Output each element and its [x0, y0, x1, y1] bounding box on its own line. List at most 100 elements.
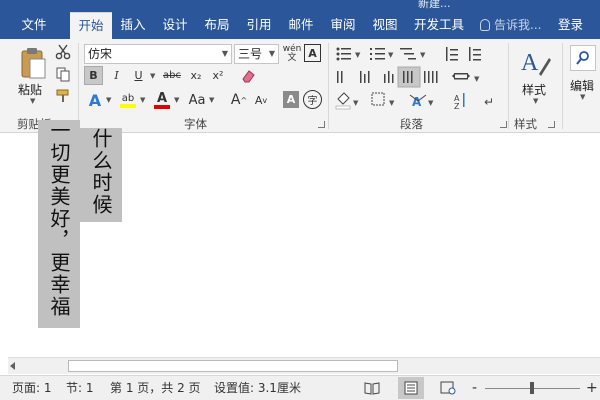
editing-dropdown-icon[interactable]: ▼: [580, 93, 585, 101]
status-page-of[interactable]: 第 1 页，共 2 页: [110, 376, 201, 400]
vertical-text-column[interactable]: 一切更美好，更幸福: [38, 120, 80, 328]
styles-icon: A: [521, 50, 551, 76]
tell-me-text: 告诉我...: [494, 18, 542, 32]
font-size-combobox[interactable]: 三号 ▼: [234, 44, 279, 64]
ribbon-home: 粘贴 ▼ 剪贴板 仿宋 ▼ 三号 ▼ wén 文 A B I U ▼ abc x₂…: [0, 39, 600, 133]
scrollbar-thumb[interactable]: [68, 360, 398, 372]
character-border-button[interactable]: A: [304, 44, 321, 62]
tab-design[interactable]: 设计: [156, 12, 194, 39]
superscript-button[interactable]: x²: [208, 66, 228, 85]
styles-dropdown-icon[interactable]: ▼: [533, 97, 538, 105]
zoom-in-button[interactable]: +: [586, 376, 598, 400]
copy-icon[interactable]: [54, 65, 72, 83]
group-divider: [328, 43, 329, 129]
zoom-out-button[interactable]: -: [472, 376, 477, 400]
tab-home[interactable]: 开始: [70, 12, 112, 39]
tab-insert[interactable]: 插入: [114, 12, 152, 39]
enclose-characters-button[interactable]: 字: [303, 90, 322, 109]
align-left-icon: [337, 71, 343, 83]
svg-text:▼: ▼: [353, 99, 359, 107]
tab-file[interactable]: 文件: [14, 12, 54, 39]
group-divider: [508, 43, 509, 129]
chinese-layout-button[interactable]: [398, 91, 428, 113]
highlight-label: ab: [121, 92, 135, 104]
status-page[interactable]: 页面: 1: [12, 376, 52, 400]
numbering-button[interactable]: [366, 43, 396, 65]
tab-layout[interactable]: 布局: [198, 12, 236, 39]
paste-button[interactable]: [18, 45, 48, 81]
status-bar: 页面: 1 节: 1 第 1 页，共 2 页 设置值: 3.1厘米 - +: [0, 375, 600, 400]
text-effects-dropdown-icon[interactable]: ▼: [106, 96, 111, 104]
highlight-dropdown-icon[interactable]: ▼: [140, 96, 145, 104]
paste-dropdown-icon[interactable]: ▼: [30, 97, 35, 105]
shrink-font-button[interactable]: Av: [252, 90, 270, 110]
horizontal-scrollbar[interactable]: [8, 357, 600, 374]
borders-icon: [371, 92, 385, 106]
scroll-left-icon[interactable]: [10, 362, 15, 370]
lightbulb-icon: [480, 19, 490, 31]
character-shading-button[interactable]: A: [283, 91, 299, 108]
highlight-button[interactable]: ab: [117, 90, 139, 110]
font-color-button[interactable]: A: [151, 90, 173, 110]
subscript-button[interactable]: x₂: [186, 66, 206, 85]
styles-button[interactable]: A: [518, 45, 552, 79]
print-layout-icon[interactable]: [398, 377, 424, 399]
grow-font-button[interactable]: A ^: [230, 90, 248, 110]
font-color-label: A: [156, 90, 168, 106]
decrease-indent-button[interactable]: [444, 43, 464, 65]
editing-label: 编辑: [570, 79, 595, 93]
phonetic-guide-label: 文: [287, 53, 297, 63]
cut-icon[interactable]: [54, 43, 72, 61]
show-marks-button[interactable]: [480, 91, 500, 113]
tab-developer[interactable]: 开发工具: [410, 12, 468, 39]
web-layout-icon[interactable]: [440, 381, 456, 395]
tab-references[interactable]: 引用: [240, 12, 278, 39]
tab-view[interactable]: 视图: [366, 12, 404, 39]
multilevel-list-button[interactable]: [398, 43, 428, 65]
font-name-combobox[interactable]: 仿宋 ▼: [84, 44, 232, 64]
underline-button[interactable]: U: [129, 66, 148, 85]
font-color-dropdown-icon[interactable]: ▼: [174, 96, 179, 104]
editing-button[interactable]: [570, 45, 596, 71]
bold-button[interactable]: B: [84, 66, 103, 85]
font-name-value: 仿宋: [88, 47, 113, 61]
styles-launcher-icon[interactable]: [548, 121, 555, 128]
group-label-paragraph: 段落: [400, 117, 423, 131]
increase-indent-button[interactable]: [466, 43, 486, 65]
clipboard-icon: [21, 48, 46, 79]
group-label-styles: 样式: [514, 117, 537, 131]
shrink-font-icon: A: [254, 93, 263, 107]
change-case-button[interactable]: Aa: [186, 90, 208, 110]
document-title: 新建...: [418, 0, 451, 10]
svg-text:▼: ▼: [428, 99, 434, 107]
tab-review[interactable]: 审阅: [324, 12, 362, 39]
paragraph-launcher-icon[interactable]: [500, 121, 507, 128]
justify-button[interactable]: [398, 67, 420, 87]
format-painter-icon[interactable]: [54, 87, 72, 105]
bullets-button[interactable]: [334, 43, 364, 65]
status-setting[interactable]: 设置值: 3.1厘米: [214, 376, 301, 400]
font-color-swatch: [154, 104, 170, 109]
group-divider: [562, 43, 563, 129]
document-canvas[interactable]: 一切更美好，更幸福 什么时候: [0, 120, 600, 357]
read-mode-icon[interactable]: [364, 381, 380, 395]
align-center-icon: [360, 71, 370, 83]
zoom-slider-thumb[interactable]: [530, 382, 534, 394]
vertical-text-column[interactable]: 什么时候: [80, 128, 122, 222]
sort-button[interactable]: [450, 91, 470, 113]
phonetic-guide-button[interactable]: wén 文: [283, 43, 302, 65]
strikethrough-button[interactable]: abc: [160, 66, 184, 85]
chevron-down-icon: ▼: [221, 49, 228, 58]
chevron-down-icon: ▼: [268, 49, 275, 58]
text-effects-button[interactable]: A: [84, 90, 106, 110]
shading-icon: [335, 92, 351, 110]
italic-button[interactable]: I: [107, 66, 126, 85]
clear-formatting-button[interactable]: [238, 66, 258, 85]
login-button[interactable]: 登录: [558, 12, 583, 39]
status-section[interactable]: 节: 1: [66, 376, 94, 400]
change-case-dropdown-icon[interactable]: ▼: [209, 96, 214, 104]
font-launcher-icon[interactable]: [318, 121, 325, 128]
tell-me-search[interactable]: 告诉我...: [480, 12, 541, 39]
underline-dropdown-icon[interactable]: ▼: [150, 72, 155, 80]
tab-mailings[interactable]: 邮件: [282, 12, 320, 39]
